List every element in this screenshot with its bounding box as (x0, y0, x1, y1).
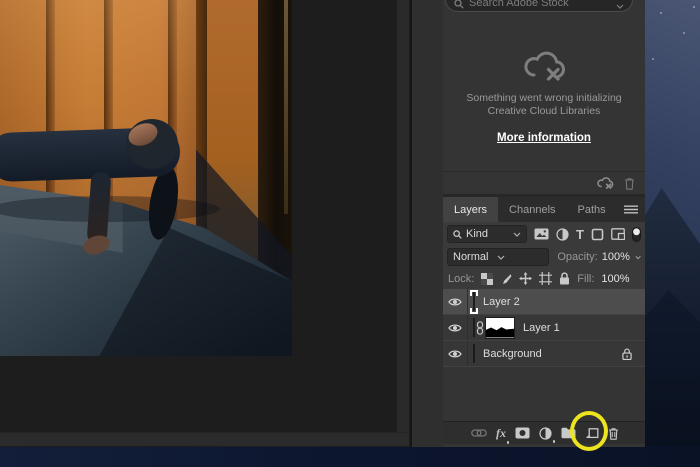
photoshop-window: Search Adobe Stock Something went wrong … (0, 0, 645, 447)
visibility-eye-icon[interactable] (443, 341, 468, 366)
layers-panel: Layers Channels Paths (443, 197, 645, 444)
filter-adjustment-layers-icon[interactable] (556, 228, 569, 241)
chevron-down-icon (497, 255, 505, 260)
layer-row-background[interactable]: Background (443, 341, 645, 367)
lock-all-icon[interactable] (559, 272, 570, 285)
fx-label: fx (496, 426, 506, 441)
layer-name[interactable]: Layer 2 (483, 296, 520, 308)
image-thumbnail (473, 344, 475, 363)
tab-layers[interactable]: Layers (443, 197, 498, 222)
layer-row-layer2[interactable]: Layer 2 (443, 289, 645, 315)
menu-dot (553, 440, 556, 443)
filter-kind-select[interactable]: Kind (447, 225, 527, 243)
creative-cloud-error-icon (521, 48, 567, 84)
filter-smart-objects-icon[interactable] (611, 228, 625, 240)
fill-label: Fill: (577, 273, 594, 285)
wallpaper-star (683, 32, 685, 34)
panel-dock-gutter (412, 0, 443, 447)
fill-value[interactable]: 100% (601, 273, 629, 285)
cc-sync-error-icon[interactable] (596, 176, 614, 190)
menu-dot (507, 441, 510, 444)
filter-type-layers-icon[interactable]: T (576, 228, 584, 241)
blend-mode-value: Normal (453, 251, 488, 263)
canvas-vertical-scrollbar[interactable] (397, 0, 409, 432)
layer-name[interactable]: Background (483, 348, 542, 360)
tab-channels[interactable]: Channels (498, 197, 566, 222)
blend-row: Normal Opacity: 100% (443, 246, 645, 268)
lock-image-pixels-icon[interactable] (500, 273, 512, 285)
lock-transparent-pixels-icon[interactable] (481, 273, 493, 285)
layer-thumbnail[interactable] (473, 345, 475, 363)
panel-column: Search Adobe Stock Something went wrong … (443, 0, 645, 447)
layer-row-layer1[interactable]: Layer 1 (443, 315, 645, 341)
search-icon (454, 0, 464, 9)
more-information-link[interactable]: More information (497, 132, 591, 144)
layers-tab-bar: Layers Channels Paths (443, 197, 645, 222)
blend-mode-select[interactable]: Normal (447, 248, 549, 266)
link-layers-button[interactable] (471, 429, 487, 437)
panel-menu-icon[interactable] (624, 197, 638, 222)
lock-artboard-icon[interactable] (539, 272, 552, 285)
layer-filter-row: Kind T (443, 222, 645, 246)
layer-thumbnail[interactable] (473, 319, 475, 337)
photo-person-shadow (0, 196, 220, 222)
document-photo[interactable] (0, 0, 292, 356)
visibility-eye-icon[interactable] (443, 315, 468, 340)
mask-link-icon[interactable] (476, 321, 484, 335)
libraries-footer-bar (443, 171, 645, 194)
lock-label: Lock: (448, 273, 474, 285)
opacity-label: Opacity: (557, 251, 597, 263)
tab-label: Paths (578, 204, 606, 216)
image-thumbnail (473, 318, 475, 337)
tab-paths[interactable]: Paths (567, 197, 617, 222)
tab-label: Layers (454, 204, 487, 216)
layer-style-button[interactable]: fx (496, 426, 506, 441)
layers-empty-area (443, 367, 645, 421)
search-placeholder: Search Adobe Stock (469, 0, 569, 9)
trash-icon[interactable] (624, 177, 635, 190)
layer-name[interactable]: Layer 1 (523, 322, 560, 334)
layer-mask-thumbnail[interactable] (485, 317, 515, 339)
wallpaper-star (693, 6, 695, 8)
tab-label: Channels (509, 204, 555, 216)
mask-silhouette (486, 318, 514, 338)
canvas-status-bar (0, 432, 409, 446)
libraries-panel: Search Adobe Stock Something went wrong … (443, 0, 645, 197)
selection-corner (472, 308, 478, 314)
chevron-down-icon[interactable] (635, 255, 641, 260)
new-adjustment-layer-button[interactable] (539, 427, 552, 440)
stock-search-input[interactable]: Search Adobe Stock (445, 0, 633, 12)
error-text-line1: Something went wrong initializing (443, 92, 645, 105)
layers-bottom-toolbar: fx (443, 421, 645, 444)
highlight-circle (570, 411, 608, 451)
add-layer-mask-button[interactable] (515, 427, 530, 439)
kind-label: Kind (466, 228, 488, 240)
photo-door-frame (284, 0, 288, 214)
canvas-area[interactable] (0, 0, 411, 447)
chevron-down-icon (513, 232, 521, 237)
layer-thumbnail[interactable] (473, 293, 475, 311)
chevron-down-icon[interactable] (616, 4, 624, 9)
opacity-value[interactable]: 100% (602, 251, 630, 263)
wallpaper-star (660, 12, 662, 14)
delete-layer-button[interactable] (608, 427, 619, 440)
search-icon (453, 230, 462, 239)
libraries-error-message: Something went wrong initializing Creati… (443, 24, 645, 146)
selection-corner (472, 290, 478, 296)
layers-list: Layer 2 (443, 289, 645, 367)
background-lock-icon[interactable] (622, 348, 632, 360)
filter-pixel-layers-icon[interactable] (534, 228, 549, 240)
error-text-line2: Creative Cloud Libraries (443, 105, 645, 118)
screen: Search Adobe Stock Something went wrong … (0, 0, 700, 467)
visibility-eye-icon[interactable] (443, 289, 468, 314)
wallpaper-star (652, 58, 654, 60)
filter-shape-layers-icon[interactable] (591, 228, 604, 241)
lock-row: Lock: Fill: (443, 268, 645, 289)
lock-position-icon[interactable] (519, 272, 532, 285)
filter-on-off-toggle[interactable] (632, 227, 641, 242)
